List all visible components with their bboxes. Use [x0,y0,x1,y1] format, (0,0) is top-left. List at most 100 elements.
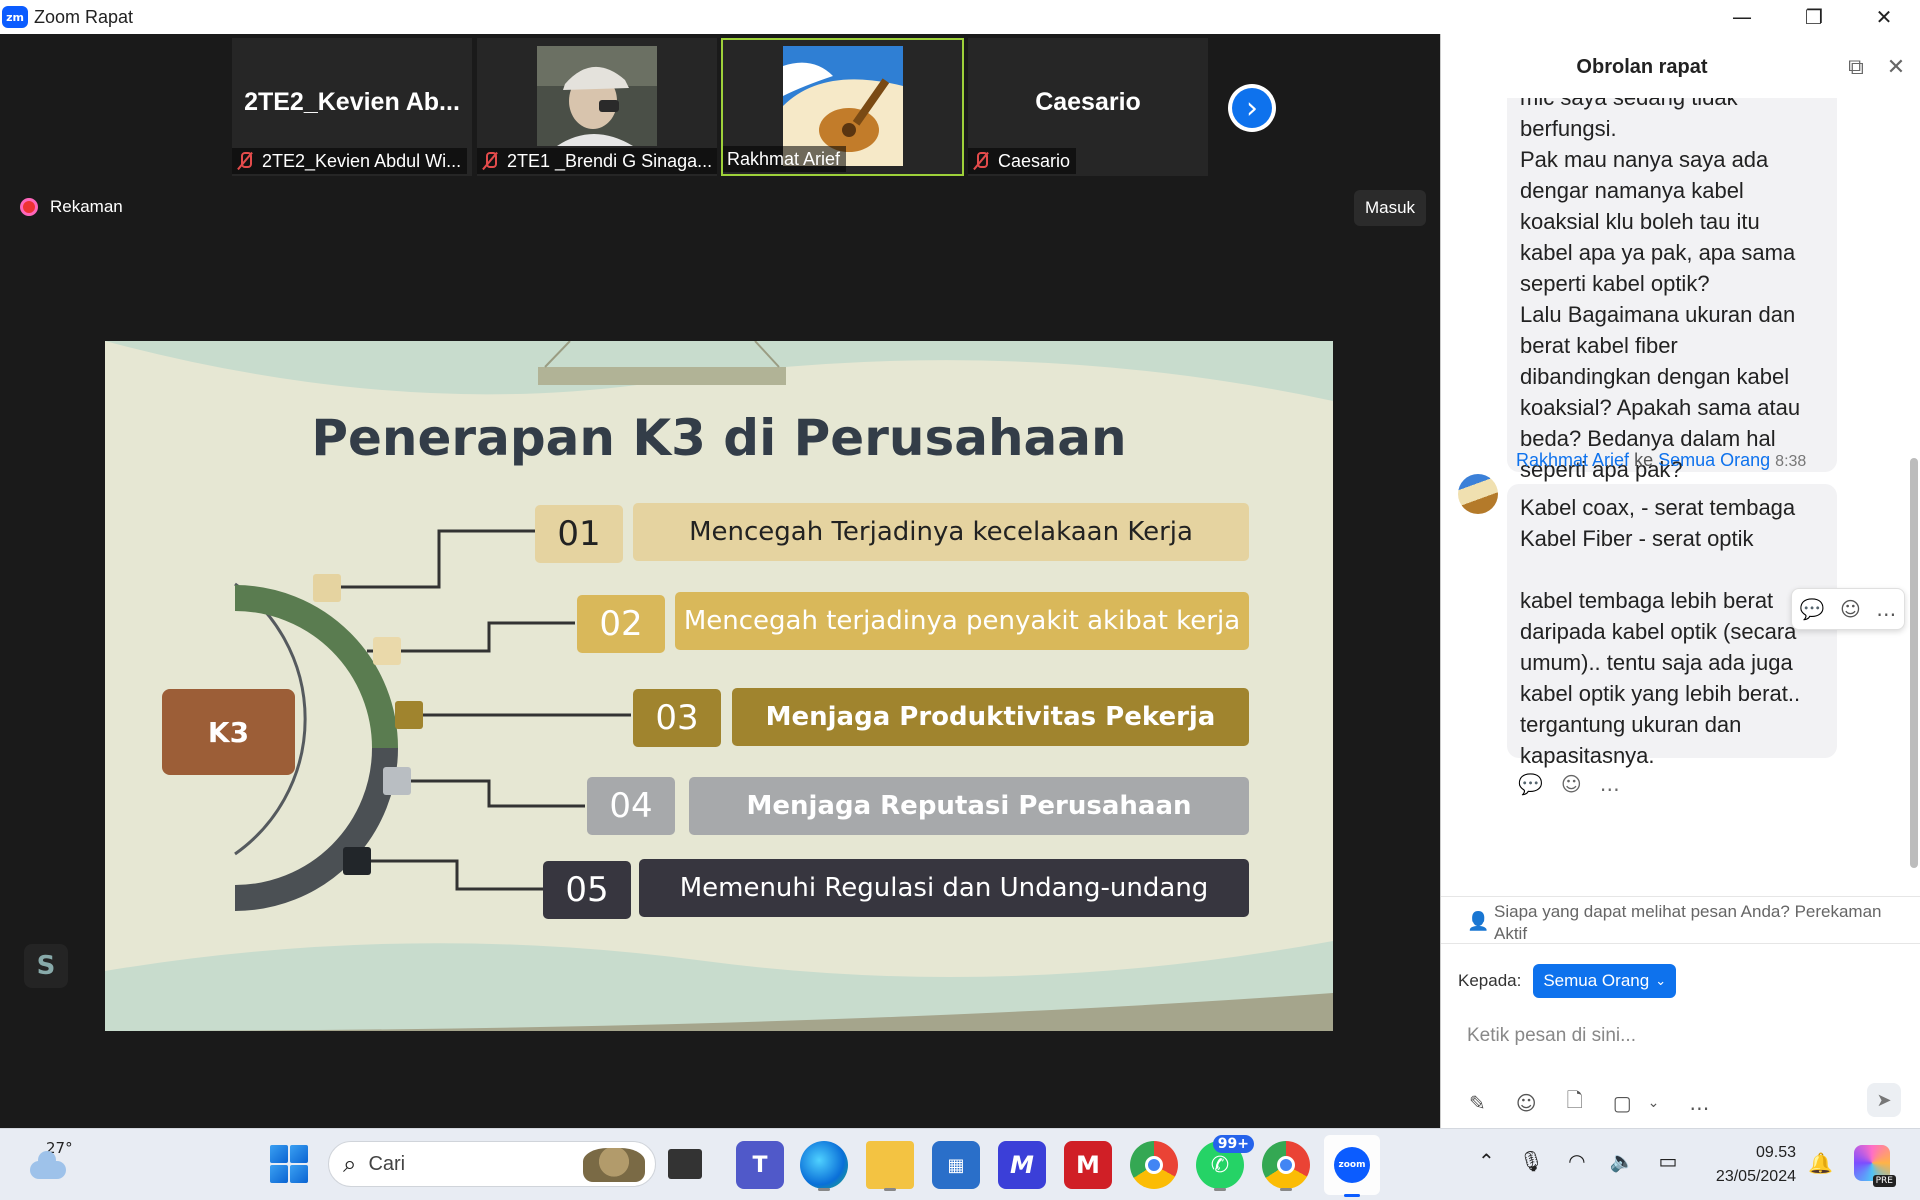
chat-message-bubble: mic saya sedang tidak berfungsi. Pak mau… [1507,98,1837,482]
participant-tile-active-speaker[interactable]: Rakhmat Arief [721,38,964,176]
copilot-icon[interactable]: PRE [1854,1145,1896,1187]
participant-photo [537,46,657,146]
system-tray: ⌃ 🎙 ◠ 🔈 ▭ [1478,1149,1677,1173]
chrome-icon[interactable] [1130,1141,1178,1189]
minimize-button[interactable]: — [1706,0,1778,34]
copilot-preview-tag: PRE [1872,1175,1896,1187]
recipient-dropdown[interactable]: Semua Orang ⌄ [1533,964,1677,998]
participant-name-bar: Rakhmat Arief [723,146,847,172]
reply-thread-icon[interactable]: 💬 [1800,597,1825,621]
battery-charging-icon[interactable]: ▭ [1659,1149,1678,1173]
message-input[interactable] [1467,1016,1887,1056]
chat-title: Obrolan rapat [1576,56,1708,78]
item-number-03: 03 [633,689,721,747]
chevron-right-icon: › [1232,88,1272,128]
item-label-04: Menjaga Reputasi Perusahaan [689,777,1249,835]
taskbar-clock[interactable]: 09.53 23/05/2024 [1700,1141,1796,1189]
emoji-icon[interactable]: ☺ [1516,1091,1537,1115]
close-button[interactable]: ✕ [1848,0,1920,34]
start-button[interactable] [270,1145,308,1183]
taskbar-search[interactable]: ⌕ Cari [328,1141,656,1187]
participant-big-name: Caesario [1035,88,1141,116]
item-number-02: 02 [577,595,665,653]
cloud-icon [30,1151,66,1179]
privacy-notice-text: Siapa yang dapat melihat pesan Anda? Per… [1494,902,1882,943]
chevron-down-icon: ⌄ [1655,973,1667,989]
close-chat-icon[interactable]: ✕ [1883,54,1909,80]
microphone-icon[interactable]: 🎙 [1519,1149,1544,1173]
add-reaction-icon[interactable]: ☺ [1840,597,1861,621]
sender-name[interactable]: Rakhmat Arief [1516,450,1629,470]
mcafee-shield-icon[interactable]: M [1064,1141,1112,1189]
recording-indicator[interactable]: Rekaman [20,197,123,217]
wifi-icon[interactable]: ◠ [1568,1149,1585,1173]
participant-name: 2TE1 _Brendi G Sinaga... [507,150,713,171]
item-label-05: Memenuhi Regulasi dan Undang-undang [639,859,1249,917]
task-view-icon[interactable] [668,1149,702,1179]
participant-tile[interactable]: 2TE1 _Brendi G Sinaga... [477,38,717,176]
mcafee-app-icon[interactable]: M [998,1141,1046,1189]
participant-big-name: 2TE2_Kevien Ab... [244,88,460,116]
message-action-row: 💬 ☺ … [1518,772,1620,796]
mic-muted-icon [972,151,990,171]
weather-widget[interactable]: 27° [26,1139,73,1185]
pop-out-icon[interactable]: ⧉ [1843,54,1869,80]
reply-thread-icon[interactable]: 💬 [1518,772,1543,796]
file-explorer-icon[interactable] [866,1141,914,1191]
restore-button[interactable]: ❐ [1778,0,1850,34]
windows-taskbar: 27° ⌕ Cari T ▦ M M ✆ 99+ zoom ⌃ 🎙 ◠ 🔈 ▭ [0,1128,1920,1200]
zoom-taskbar-button[interactable]: zoom [1324,1135,1380,1197]
participant-tile[interactable]: 2TE2_Kevien Ab... 2TE2_Kevien Abdul Wi..… [232,38,472,176]
item-label-02: Mencegah terjadinya penyakit akibat kerj… [675,592,1249,650]
notification-bell-icon[interactable]: 🔔 [1808,1151,1833,1175]
recipient-name[interactable]: Semua Orang [1658,450,1770,470]
edge-icon[interactable] [800,1141,848,1191]
compose-toolbar: ✎ ☺ 🗋 ▢ ⌄ … [1469,1086,1709,1120]
running-indicator [884,1188,896,1191]
zoom-app-icon: zm [2,6,28,28]
window-title: Zoom Rapat [34,6,134,27]
message-hover-toolbar: 💬 ☺ … [1791,588,1905,630]
participant-name-bar: Caesario [968,148,1077,174]
add-reaction-icon[interactable]: ☺ [1561,772,1582,796]
notification-badge: 99+ [1212,1135,1254,1153]
send-button[interactable]: ➤ [1867,1083,1901,1117]
item-number-04: 04 [587,777,675,835]
more-options-icon[interactable]: … [1689,1091,1709,1115]
chevron-down-icon[interactable]: ⌄ [1648,1095,1660,1111]
format-text-icon[interactable]: ✎ [1469,1091,1486,1115]
to-word: ke [1634,450,1654,470]
chrome-profile-icon[interactable] [1262,1141,1310,1191]
enter-button[interactable]: Masuk [1354,190,1426,226]
next-participants-button[interactable]: › [1228,84,1276,132]
chat-message-list[interactable]: mic saya sedang tidak berfungsi. Pak mau… [1441,98,1920,930]
title-bar: zm Zoom Rapat — ❐ ✕ [0,0,1920,34]
shared-slide: Penerapan K3 di Perusahaan K3 01 Mencega… [105,341,1333,1031]
screenshot-icon[interactable]: ▢ [1613,1091,1632,1115]
volume-icon[interactable]: 🔈 [1610,1149,1635,1173]
zoom-icon: zoom [1334,1147,1370,1183]
k3-center-box: K3 [162,689,295,775]
store-icon[interactable]: ▦ [932,1141,980,1189]
running-indicator [818,1188,830,1191]
item-number-01: 01 [535,505,623,563]
show-hidden-icons-chevron-icon[interactable]: ⌃ [1478,1149,1495,1173]
chat-scrollbar[interactable] [1910,458,1918,868]
sender-avatar[interactable] [1458,474,1498,514]
privacy-notice[interactable]: 👤 Siapa yang dapat melihat pesan Anda? P… [1441,896,1920,944]
meeting-area: 2TE2_Kevien Ab... 2TE2_Kevien Abdul Wi..… [0,34,1440,1128]
share-app-logo-icon[interactable]: S [24,944,68,988]
recording-label: Rekaman [50,197,123,216]
more-options-icon[interactable]: … [1600,772,1620,796]
search-highlight-image [583,1148,645,1182]
whatsapp-icon[interactable]: ✆ 99+ [1196,1135,1254,1191]
teams-icon[interactable]: T [736,1141,784,1189]
file-icon[interactable]: 🗋 [1567,1086,1583,1120]
more-options-icon[interactable]: … [1876,597,1896,621]
message-time: 8:38 [1775,453,1807,470]
search-label: Cari [368,1152,406,1175]
message-sender-line: Rakhmat Arief ke Semua Orang 8:38 [1516,450,1806,471]
chat-panel: Obrolan rapat ⧉ ✕ mic saya sedang tidak … [1440,34,1920,1128]
search-icon: ⌕ [343,1150,357,1178]
participant-tile[interactable]: Caesario Caesario [968,38,1208,176]
